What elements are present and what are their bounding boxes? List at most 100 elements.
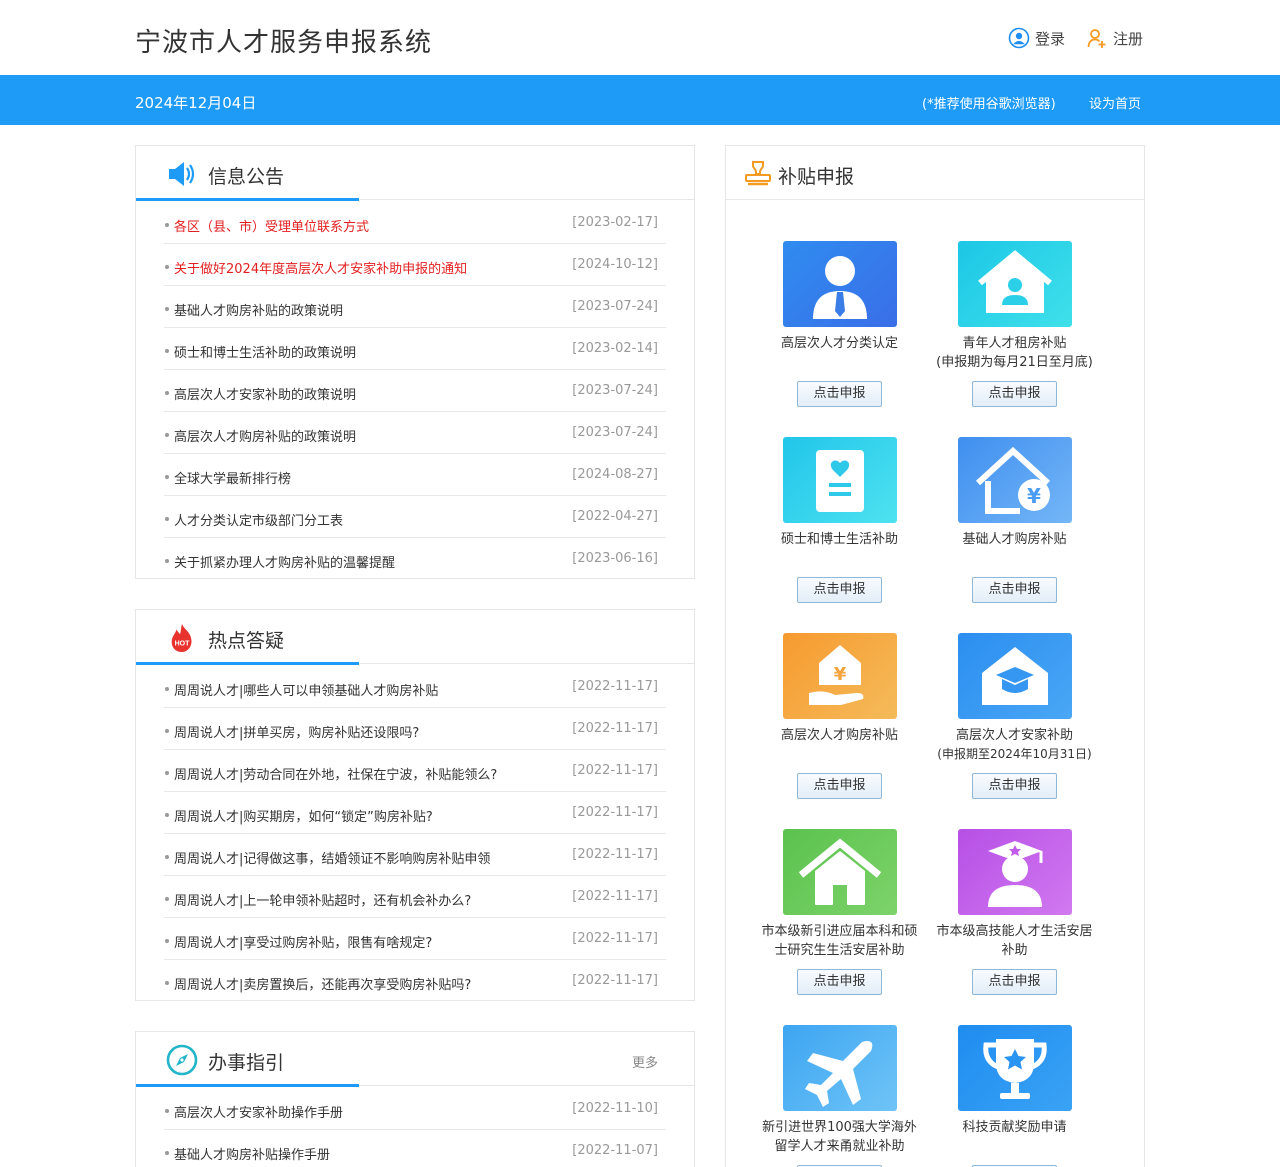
bullet-icon xyxy=(165,771,169,775)
subsidy-item: ¥ 基础人才购房补贴点击申报 xyxy=(927,437,1102,607)
speaker-icon xyxy=(169,162,195,186)
announcements-panel: 信息公告 各区（县、市）受理单位联系方式 [2023-02-17] 关于做好202… xyxy=(135,145,695,579)
list-item[interactable]: 关于抓紧办理人才购房补贴的温馨提醒 [2023-06-16] xyxy=(164,538,666,580)
svg-text:¥: ¥ xyxy=(834,664,847,685)
list-item[interactable]: 周周说人才|享受过购房补贴，限售有啥规定? [2022-11-17] xyxy=(164,918,666,960)
bullet-icon xyxy=(165,433,169,437)
subsidy-name-line2: 补助 xyxy=(1001,943,1028,958)
bullet-icon xyxy=(165,1109,169,1113)
bullet-icon xyxy=(165,981,169,985)
airplane-icon[interactable] xyxy=(783,1025,897,1111)
list-item[interactable]: 周周说人才|劳动合同在外地，社保在宁波，补贴能领么? [2022-11-17] xyxy=(164,750,666,792)
list-item[interactable]: 周周说人才|上一轮申领补贴超时，还有机会补办么? [2022-11-17] xyxy=(164,876,666,918)
bullet-icon xyxy=(165,1151,169,1155)
list-item[interactable]: 高层次人才安家补助的政策说明 [2023-07-24] xyxy=(164,370,666,412)
person-tie-icon[interactable] xyxy=(783,241,897,327)
subsidy-name: 市本级高技能人才生活安居 补助 xyxy=(927,922,1102,960)
hot-questions-list: 周周说人才|哪些人可以申领基础人才购房补贴 [2022-11-17] 周周说人才|… xyxy=(164,666,666,1002)
subsidy-name: 高层次人才安家补助 (申报期至2024年10月31日) xyxy=(927,726,1102,764)
list-item[interactable]: 人才分类认定市级部门分工表 [2022-04-27] xyxy=(164,496,666,538)
apply-button[interactable]: 点击申报 xyxy=(797,773,882,799)
item-date: [2022-11-17] xyxy=(572,679,658,694)
subsidy-item: 市本级新引进应届本科和硕 士研究生生活安居补助 点击申报 xyxy=(752,829,927,999)
item-title: 周周说人才|卖房置换后，还能再次享受购房补贴吗? xyxy=(174,978,472,993)
trophy-icon[interactable] xyxy=(958,1025,1072,1111)
guide-header: 办事指引 更多 xyxy=(136,1032,694,1087)
subsidy-name-line1: 科技贡献奖励申请 xyxy=(962,1120,1067,1135)
subsidy-name-line1: 高层次人才安家补助 xyxy=(955,728,1073,743)
list-item[interactable]: 周周说人才|卖房置换后，还能再次享受购房补贴吗? [2022-11-17] xyxy=(164,960,666,1002)
list-item[interactable]: 周周说人才|记得做这事，结婚领证不影响购房补贴申领 [2022-11-17] xyxy=(164,834,666,876)
header-underline xyxy=(136,662,359,665)
list-item[interactable]: 关于做好2024年度高层次人才安家补助申报的通知 [2024-10-12] xyxy=(164,244,666,286)
apply-button[interactable]: 点击申报 xyxy=(972,577,1057,603)
apply-button[interactable]: 点击申报 xyxy=(797,577,882,603)
apply-button[interactable]: 点击申报 xyxy=(972,773,1057,799)
item-date: [2022-04-27] xyxy=(572,509,658,524)
list-item[interactable]: 周周说人才|购买期房，如何“锁定”购房补贴? [2022-11-17] xyxy=(164,792,666,834)
home-icon[interactable] xyxy=(783,829,897,915)
subsidy-name: 科技贡献奖励申请 xyxy=(927,1118,1102,1137)
apply-button[interactable]: 点击申报 xyxy=(972,969,1057,995)
apply-button[interactable]: 点击申报 xyxy=(797,969,882,995)
hot-flame-icon: HOT xyxy=(171,623,192,652)
login-button[interactable]: 登录 xyxy=(1008,27,1065,49)
hot-badge: HOT xyxy=(175,640,191,647)
item-date: [2022-11-17] xyxy=(572,805,658,820)
item-title: 周周说人才|记得做这事，结婚领证不影响购房补贴申领 xyxy=(174,852,491,867)
bullet-icon xyxy=(165,687,169,691)
subsidy-name-line1: 新引进世界100强大学海外 xyxy=(762,1120,917,1135)
subsidy-name-line1: 市本级高技能人才生活安居 xyxy=(936,924,1093,939)
stamp-icon xyxy=(745,161,771,186)
item-title: 周周说人才|拼单买房，购房补贴还设限吗? xyxy=(174,726,420,741)
item-title: 全球大学最新排行榜 xyxy=(174,472,292,487)
list-item[interactable]: 周周说人才|拼单买房，购房补贴还设限吗? [2022-11-17] xyxy=(164,708,666,750)
hot-questions-title: 热点答疑 xyxy=(208,630,285,652)
subsidy-name: 高层次人才分类认定 xyxy=(752,334,927,353)
list-item[interactable]: 基础人才购房补贴的政策说明 [2023-07-24] xyxy=(164,286,666,328)
house-person-icon[interactable] xyxy=(958,241,1072,327)
hand-house-icon[interactable]: ¥ xyxy=(783,633,897,719)
list-item[interactable]: 高层次人才购房补贴的政策说明 [2023-07-24] xyxy=(164,412,666,454)
register-button[interactable]: 注册 xyxy=(1086,27,1143,49)
list-item[interactable]: 高层次人才安家补助操作手册 [2022-11-10] xyxy=(164,1088,666,1130)
bullet-icon xyxy=(165,307,169,311)
current-date: 2024年12月04日 xyxy=(135,94,257,112)
house-graduate-icon[interactable] xyxy=(958,633,1072,719)
item-title: 高层次人才购房补贴的政策说明 xyxy=(174,430,357,445)
announcements-list: 各区（县、市）受理单位联系方式 [2023-02-17] 关于做好2024年度高层… xyxy=(164,202,666,580)
login-label: 登录 xyxy=(1035,29,1066,48)
subsidy-name-line1: 基础人才购房补贴 xyxy=(962,532,1067,547)
graduate-person-icon[interactable] xyxy=(958,829,1072,915)
announcements-header: 信息公告 xyxy=(136,146,694,201)
list-item[interactable]: 全球大学最新排行榜 [2024-08-27] xyxy=(164,454,666,496)
item-date: [2022-11-17] xyxy=(572,763,658,778)
header-underline xyxy=(136,1084,359,1087)
apply-button[interactable]: 点击申报 xyxy=(972,381,1057,407)
bullet-icon xyxy=(165,391,169,395)
list-item[interactable]: 硕士和博士生活补助的政策说明 [2023-02-14] xyxy=(164,328,666,370)
more-link[interactable]: 更多 xyxy=(632,1052,658,1071)
subsidy-header: 补贴申报 xyxy=(726,146,1144,200)
item-date: [2024-10-12] xyxy=(572,257,658,272)
bullet-icon xyxy=(165,517,169,521)
subsidy-name-line1: 市本级新引进应届本科和硕 xyxy=(761,924,918,939)
set-homepage-link[interactable]: 设为首页 xyxy=(1089,93,1141,112)
browser-tip: (*推荐使用谷歌浏览器) xyxy=(922,97,1056,112)
apply-button[interactable]: 点击申报 xyxy=(797,381,882,407)
subsidy-item: 高层次人才安家补助 (申报期至2024年10月31日) 点击申报 xyxy=(927,633,1102,803)
item-date: [2023-06-16] xyxy=(572,551,658,566)
list-item[interactable]: 基础人才购房补贴操作手册 [2022-11-07] xyxy=(164,1130,666,1167)
subsidy-name-line1: 高层次人才购房补贴 xyxy=(780,728,898,743)
certificate-icon[interactable] xyxy=(783,437,897,523)
item-date: [2022-11-17] xyxy=(572,973,658,988)
announcements-title: 信息公告 xyxy=(208,166,285,188)
header-underline xyxy=(136,198,359,201)
item-date: [2023-02-17] xyxy=(572,215,658,230)
bullet-icon xyxy=(165,475,169,479)
house-yuan-icon[interactable]: ¥ xyxy=(958,437,1072,523)
list-item[interactable]: 各区（县、市）受理单位联系方式 [2023-02-17] xyxy=(164,202,666,244)
item-date: [2022-11-07] xyxy=(572,1143,658,1158)
item-date: [2023-02-14] xyxy=(572,341,658,356)
list-item[interactable]: 周周说人才|哪些人可以申领基础人才购房补贴 [2022-11-17] xyxy=(164,666,666,708)
